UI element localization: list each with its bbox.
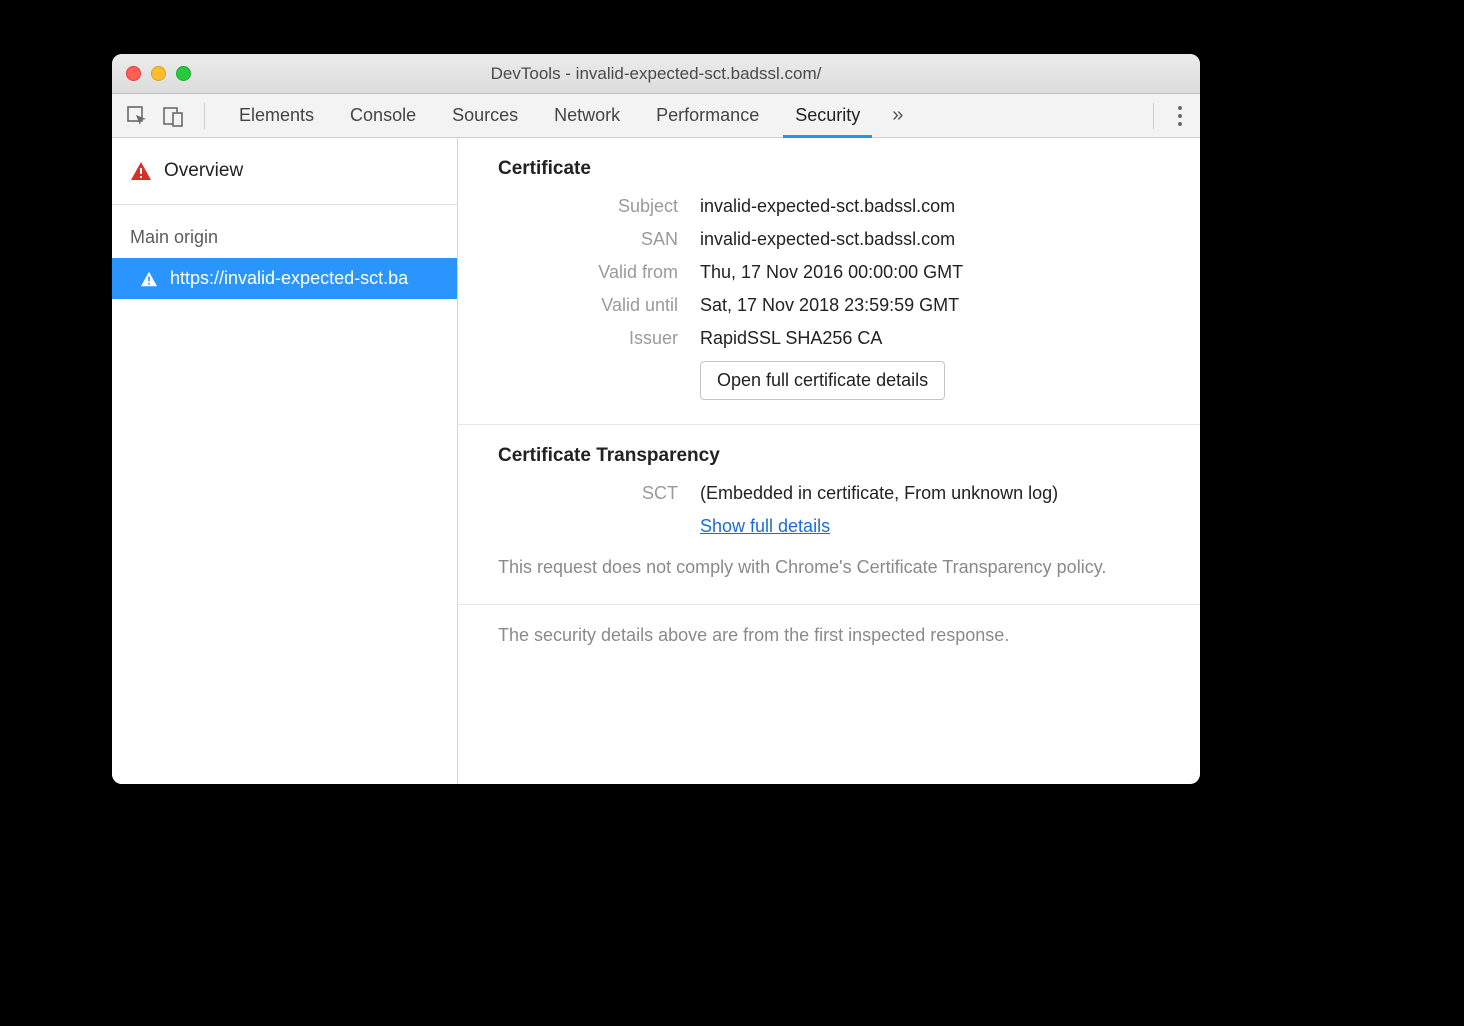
tabs-overflow[interactable]: » <box>878 94 917 137</box>
tab-security[interactable]: Security <box>777 94 878 137</box>
value-valid-until: Sat, 17 Nov 2018 23:59:59 GMT <box>700 295 1160 316</box>
tab-console[interactable]: Console <box>332 94 434 137</box>
ct-kv: SCT (Embedded in certificate, From unkno… <box>498 483 1160 537</box>
device-toolbar-icon[interactable] <box>162 105 184 127</box>
security-detail: Certificate Subject invalid-expected-sct… <box>458 138 1200 784</box>
tab-network[interactable]: Network <box>536 94 638 137</box>
ct-block: Certificate Transparency SCT (Embedded i… <box>458 425 1200 605</box>
titlebar: DevTools - invalid-expected-sct.badssl.c… <box>112 54 1200 94</box>
separator <box>1153 103 1154 129</box>
overview-label: Overview <box>164 160 243 182</box>
origin-url: https://invalid-expected-sct.ba <box>170 268 408 289</box>
devtools-window: DevTools - invalid-expected-sct.badssl.c… <box>112 54 1200 784</box>
value-valid-from: Thu, 17 Nov 2016 00:00:00 GMT <box>700 262 1160 283</box>
label-valid-until: Valid until <box>498 295 678 316</box>
label-valid-from: Valid from <box>498 262 678 283</box>
tab-elements[interactable]: Elements <box>221 94 332 137</box>
label-sct: SCT <box>498 483 678 504</box>
panel-tabs: Elements Console Sources Network Perform… <box>221 94 917 137</box>
label-issuer: Issuer <box>498 328 678 349</box>
toolbar-left <box>112 94 221 137</box>
warning-triangle-icon <box>130 161 152 181</box>
sidebar-heading-main-origin: Main origin <box>112 205 457 258</box>
value-san: invalid-expected-sct.badssl.com <box>700 229 1160 250</box>
ct-heading: Certificate Transparency <box>498 445 1160 467</box>
main-area: Overview Main origin https://invalid-exp… <box>112 138 1200 784</box>
inspect-element-icon[interactable] <box>126 105 148 127</box>
sidebar-item-origin[interactable]: https://invalid-expected-sct.ba <box>112 258 457 299</box>
label-san: SAN <box>498 229 678 250</box>
footer-note: The security details above are from the … <box>458 605 1200 666</box>
certificate-kv: Subject invalid-expected-sct.badssl.com … <box>498 196 1160 400</box>
kebab-menu-icon[interactable] <box>1174 102 1186 130</box>
sidebar-item-overview[interactable]: Overview <box>112 138 457 205</box>
certificate-block: Certificate Subject invalid-expected-sct… <box>458 138 1200 425</box>
value-issuer: RapidSSL SHA256 CA <box>700 328 1160 349</box>
window-title: DevTools - invalid-expected-sct.badssl.c… <box>112 64 1200 84</box>
warning-triangle-icon <box>140 271 158 287</box>
value-subject: invalid-expected-sct.badssl.com <box>700 196 1160 217</box>
toolbar: Elements Console Sources Network Perform… <box>112 94 1200 138</box>
toolbar-right <box>1147 102 1200 130</box>
show-full-details-link[interactable]: Show full details <box>700 516 830 536</box>
ct-compliance-note: This request does not comply with Chrome… <box>498 555 1160 580</box>
separator <box>204 103 205 129</box>
security-sidebar: Overview Main origin https://invalid-exp… <box>112 138 458 784</box>
open-full-certificate-button[interactable]: Open full certificate details <box>700 361 945 400</box>
tab-performance[interactable]: Performance <box>638 94 777 137</box>
label-subject: Subject <box>498 196 678 217</box>
certificate-heading: Certificate <box>498 158 1160 180</box>
value-sct: (Embedded in certificate, From unknown l… <box>700 483 1160 504</box>
tab-sources[interactable]: Sources <box>434 94 536 137</box>
